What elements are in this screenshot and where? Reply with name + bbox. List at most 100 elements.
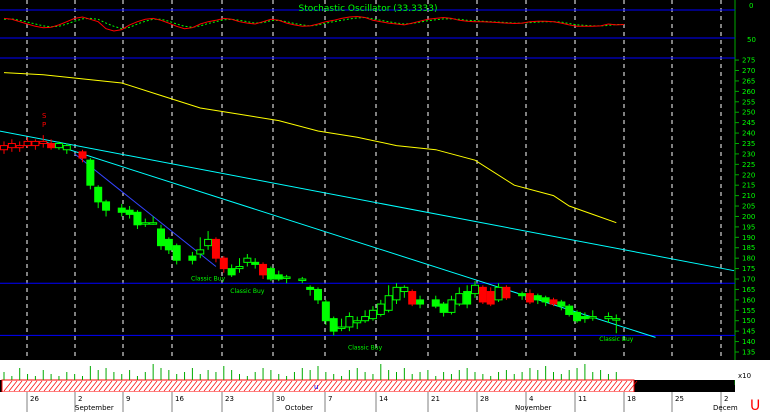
date-day-label: 21 <box>431 395 440 403</box>
price-tick-label: 160 <box>742 296 755 304</box>
classic-buy-annotation: Classic Buy <box>230 288 265 295</box>
candle-body <box>94 186 103 203</box>
candle-body <box>149 222 158 225</box>
price-tick-label: 150 <box>742 317 755 325</box>
candle-body <box>533 295 542 301</box>
volume-panel <box>0 360 735 380</box>
candle-body <box>243 257 252 263</box>
date-day-label: 18 <box>627 395 636 403</box>
candle-body <box>463 291 472 305</box>
price-tick-label: 260 <box>742 88 755 96</box>
candle-body <box>141 222 150 225</box>
candle-body <box>47 142 56 149</box>
candle-body <box>125 209 134 215</box>
date-month-label: October <box>285 404 313 412</box>
oscillator-title: Stochastic Oscillator (33.3333) <box>298 4 437 14</box>
price-tick-label: 180 <box>742 255 755 263</box>
candle-body <box>580 316 589 320</box>
candle-body <box>164 238 173 251</box>
price-tick-label: 165 <box>742 286 755 294</box>
price-tick-label: 220 <box>742 171 755 179</box>
candle-body <box>455 293 464 305</box>
candle-body <box>188 255 197 261</box>
candle-body <box>376 303 385 315</box>
candle-body <box>274 274 283 280</box>
candle-body <box>565 305 574 315</box>
date-day-label: 28 <box>480 395 489 403</box>
price-tick-label: 195 <box>742 223 755 231</box>
date-day-label: 2 <box>724 395 728 403</box>
price-tick-label: 200 <box>742 213 755 221</box>
candle-body <box>235 266 244 270</box>
candle-body <box>251 261 260 265</box>
price-tick-label: 205 <box>742 203 755 211</box>
oscillator-level-label: 50 <box>747 36 756 44</box>
candle-body <box>525 293 534 303</box>
price-tick-label: 265 <box>742 77 755 85</box>
oscillator-top-label: 0 <box>749 2 753 10</box>
price-tick-label: 230 <box>742 150 755 158</box>
date-day-label: 23 <box>225 395 234 403</box>
candle-body <box>31 140 40 147</box>
candle-body <box>408 291 417 305</box>
candle-body <box>227 268 236 276</box>
price-tick-label: 270 <box>742 67 755 75</box>
price-tick-label: 140 <box>742 338 755 346</box>
candle-body <box>298 278 307 282</box>
candle-body <box>321 301 330 322</box>
candle-body <box>471 284 479 295</box>
price-tick-label: 245 <box>742 119 755 127</box>
candle-body <box>439 303 448 313</box>
price-tick-label: 190 <box>742 234 755 242</box>
candle-body <box>39 140 48 144</box>
candle-body <box>117 207 126 213</box>
candle-body <box>219 257 228 270</box>
candle-body <box>337 326 346 329</box>
date-axis-corner-glyph: U <box>750 398 760 412</box>
date-day-label: 14 <box>379 395 388 403</box>
candle-body <box>478 286 487 303</box>
candle-body <box>196 249 205 255</box>
classic-buy-annotation: Classic Buy <box>599 336 634 343</box>
date-day-label: 26 <box>30 395 39 403</box>
date-day-label: 7 <box>328 395 332 403</box>
candle-body <box>392 286 401 301</box>
price-tick-label: 235 <box>742 140 755 148</box>
candle-body <box>447 299 456 313</box>
candle-body <box>314 288 322 301</box>
date-day-label: 30 <box>276 395 285 403</box>
price-tick-label: 155 <box>742 307 755 315</box>
candle-body <box>557 301 566 307</box>
price-tick-label: 255 <box>742 98 755 106</box>
candle-body <box>329 318 338 332</box>
candle-body <box>282 276 291 279</box>
candle-body <box>549 299 558 305</box>
classic-buy-annotation: Classic Buy <box>348 344 383 351</box>
candle-body <box>361 316 370 322</box>
candle-body <box>604 316 613 320</box>
candle-body <box>541 297 550 303</box>
candle-body <box>0 145 8 151</box>
candle-body <box>368 309 377 320</box>
price-tick-label: 170 <box>742 276 755 284</box>
candle-body <box>573 311 582 322</box>
price-tick-label: 275 <box>742 57 755 65</box>
candle-body <box>384 295 393 311</box>
date-month-label: Decem <box>713 404 738 412</box>
candle-body <box>518 293 527 297</box>
candle-body <box>172 245 181 261</box>
candle-body <box>62 145 71 151</box>
candle-body <box>431 299 440 307</box>
marker-label: S <box>42 112 47 120</box>
price-tick-label: 185 <box>742 244 755 252</box>
candle-body <box>400 286 409 293</box>
price-tick-label: 175 <box>742 265 755 273</box>
date-day-label: 11 <box>578 395 587 403</box>
candle-body <box>306 286 315 290</box>
price-tick-label: 145 <box>742 328 755 336</box>
date-day-label: 2 <box>78 395 82 403</box>
price-tick-label: 135 <box>742 349 755 357</box>
candle-body <box>416 299 425 305</box>
volume-marker: u <box>314 383 318 391</box>
candle-body <box>54 142 63 149</box>
